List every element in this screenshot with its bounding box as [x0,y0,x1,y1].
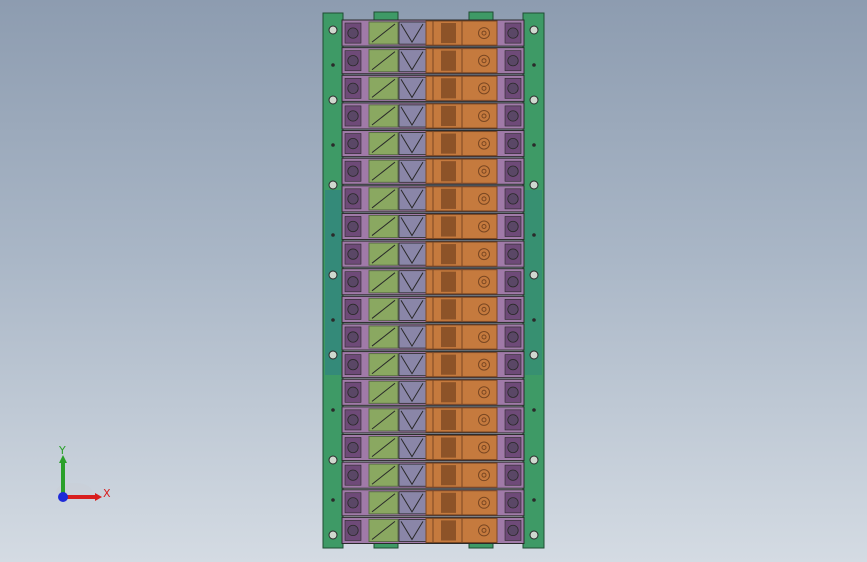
contact-slot [441,299,456,320]
left-rail-hole [328,350,338,360]
left-screw [347,469,359,481]
contact-slot [441,465,456,486]
contact-slot [441,78,456,99]
left-screw [347,497,359,509]
right-screw [507,55,519,67]
left-rail-hole [328,455,338,465]
right-rail-hole [529,270,539,280]
right-screw [507,82,519,94]
right-rail-pin [532,143,536,147]
left-rail-pin [331,498,335,502]
right-screw [507,441,519,454]
left-screw [347,303,359,315]
right-rail-hole [529,95,539,105]
contact-slot [441,244,456,265]
left-rail-hole [328,530,338,540]
left-rail-pin [331,143,335,147]
right-rail-base-plate [525,190,542,375]
right-screw [507,414,519,426]
contact-slot [441,271,456,292]
right-rail-pin [532,233,536,237]
right-rail-pin [532,63,536,67]
contact-slot [441,326,456,348]
left-screw [347,55,359,67]
contact-slot [441,188,456,209]
contact-slot [441,50,456,71]
right-screw [507,386,519,398]
right-screw [507,524,519,537]
left-rail-pin [331,63,335,67]
right-rail-hole [529,530,539,540]
right-screw [507,137,519,150]
left-screw [347,276,359,288]
right-screw [507,303,519,315]
contact-slot [441,354,456,375]
right-screw [507,165,519,177]
right-screw [507,359,519,371]
right-rail-hole [529,455,539,465]
contact-slot [441,382,456,403]
right-screw [507,331,519,343]
contact-slot [441,105,456,127]
left-screw [347,220,359,233]
left-screw [347,82,359,94]
left-screw [347,524,359,537]
left-rail-pin [331,318,335,322]
contact-slot [441,23,456,44]
contact-slot [441,216,456,237]
left-screw [347,414,359,426]
contact-slot [441,133,456,154]
left-rail-hole [328,270,338,280]
right-screw [507,276,519,288]
right-rail-pin [532,498,536,502]
left-screw [347,386,359,398]
left-rail-hole [328,180,338,190]
contact-slot [441,409,456,430]
right-rail-pin [532,408,536,412]
right-screw [507,497,519,509]
left-rail-pin [331,408,335,412]
top-left-end-bracket [373,11,399,21]
contact-slot [441,520,456,541]
left-screw [347,165,359,177]
terminal-block-assembly-model[interactable] [0,0,867,562]
left-screw [347,27,359,39]
right-screw [507,193,519,205]
left-screw [347,441,359,454]
left-screw [347,331,359,343]
right-screw [507,220,519,233]
right-screw [507,27,519,39]
left-screw [347,193,359,205]
right-screw [507,469,519,481]
left-screw [347,137,359,150]
graphics-viewport[interactable]: Y X [0,0,867,562]
left-rail-pin [331,233,335,237]
right-screw [507,110,519,122]
contact-slot [441,492,456,513]
left-screw [347,110,359,122]
left-rail-hole [328,95,338,105]
left-rail-base-plate [325,190,341,375]
right-rail-hole [529,350,539,360]
contact-slot [441,437,456,458]
left-screw [347,359,359,371]
right-screw [507,248,519,260]
left-rail-hole [328,25,338,35]
right-rail-pin [532,318,536,322]
right-rail-hole [529,180,539,190]
contact-slot [441,161,456,182]
left-screw [347,248,359,260]
top-right-end-bracket [468,11,494,21]
right-rail-hole [529,25,539,35]
